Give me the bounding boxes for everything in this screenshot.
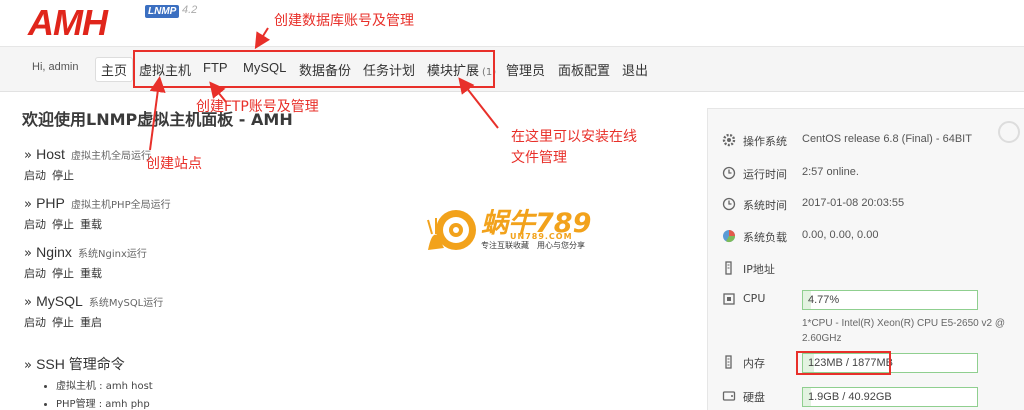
bullet: » bbox=[24, 246, 37, 261]
list-item: 虚拟主机 : amh host bbox=[56, 377, 153, 392]
service-desc: 系统MySQL运行 bbox=[88, 298, 164, 309]
annotation-memory-box bbox=[796, 351, 891, 375]
service-name: PHP bbox=[36, 195, 65, 211]
nav-admins[interactable]: 管理员 bbox=[506, 60, 545, 79]
os-value: CentOS release 6.8 (Final) - 64BIT bbox=[802, 133, 972, 145]
service-host: » Host 虚拟主机全局运行 启动 停止 bbox=[24, 146, 151, 183]
amh-logo: AMH bbox=[28, 2, 108, 43]
host-stop-link[interactable]: 停止 bbox=[52, 169, 74, 182]
bullet: » bbox=[24, 148, 37, 163]
host-start-link[interactable]: 启动 bbox=[24, 169, 46, 182]
swirl-icon bbox=[998, 121, 1020, 143]
list-item: PHP管理 : amh php bbox=[56, 395, 153, 410]
annotation-module-line1: 在这里可以安装在线 bbox=[511, 129, 637, 145]
nginx-reload-link[interactable]: 重载 bbox=[80, 267, 102, 280]
disk-usage-bar: 1.9GB / 40.92GB bbox=[802, 387, 978, 407]
php-stop-link[interactable]: 停止 bbox=[52, 218, 74, 231]
snail-logo-icon bbox=[427, 210, 476, 250]
disk-label: 硬盘 bbox=[743, 391, 765, 404]
server-icon bbox=[725, 261, 732, 275]
bullet: » bbox=[24, 358, 37, 373]
php-reload-link[interactable]: 重载 bbox=[80, 218, 102, 231]
nav-logout[interactable]: 退出 bbox=[622, 60, 648, 79]
service-name: Host bbox=[36, 146, 65, 162]
cpu-usage-bar: 4.77% bbox=[802, 290, 978, 310]
bullet: » bbox=[24, 295, 37, 310]
memory-icon bbox=[725, 355, 732, 369]
nginx-start-link[interactable]: 启动 bbox=[24, 267, 46, 280]
php-start-link[interactable]: 启动 bbox=[24, 218, 46, 231]
mysql-restart-link[interactable]: 重启 bbox=[80, 316, 102, 329]
disk-value: 1.9GB / 40.92GB bbox=[808, 391, 892, 403]
memory-label: 内存 bbox=[743, 357, 765, 370]
ssh-section: » SSH 管理命令 bbox=[24, 354, 125, 374]
systime-label: 系统时间 bbox=[743, 199, 787, 212]
load-label: 系统负载 bbox=[743, 231, 787, 244]
os-label: 操作系统 bbox=[743, 135, 787, 148]
clock-icon bbox=[722, 166, 736, 180]
annotation-ftp: 创建FTP账号及管理 bbox=[196, 99, 319, 115]
watermark-slogan: 专注互联收藏 用心与您分享 bbox=[481, 241, 585, 250]
user-greeting: Hi, admin bbox=[32, 61, 79, 73]
service-desc: 虚拟主机PHP全局运行 bbox=[71, 200, 171, 211]
service-name: Nginx bbox=[36, 244, 72, 260]
mysql-stop-link[interactable]: 停止 bbox=[52, 316, 74, 329]
top-header: AMH LNMP 4.2 bbox=[0, 0, 1024, 46]
ssh-title: SSH 管理命令 bbox=[36, 356, 125, 372]
service-php: » PHP 虚拟主机PHP全局运行 启动 停止 重载 bbox=[24, 195, 171, 232]
service-nginx: » Nginx 系统Nginx运行 启动 停止 重载 bbox=[24, 244, 147, 281]
service-desc: 虚拟主机全局运行 bbox=[71, 151, 152, 162]
disk-icon bbox=[722, 391, 736, 401]
service-mysql: » MySQL 系统MySQL运行 启动 停止 重启 bbox=[24, 293, 163, 330]
nav-home[interactable]: 主页 bbox=[95, 57, 134, 82]
nginx-stop-link[interactable]: 停止 bbox=[52, 267, 74, 280]
service-name: MySQL bbox=[36, 293, 83, 309]
lnmp-badge: LNMP bbox=[145, 5, 180, 18]
ssh-command-list: 虚拟主机 : amh host PHP管理 : amh php bbox=[56, 377, 153, 410]
bullet: » bbox=[24, 197, 37, 212]
cpu-label: CPU bbox=[743, 292, 766, 305]
annotation-site: 创建站点 bbox=[146, 156, 202, 172]
version-label: 4.2 bbox=[182, 4, 198, 16]
pie-chart-icon bbox=[723, 230, 735, 243]
cpu-icon bbox=[723, 293, 735, 305]
mysql-start-link[interactable]: 启动 bbox=[24, 316, 46, 329]
uptime-value: 2:57 online. bbox=[802, 166, 859, 178]
service-desc: 系统Nginx运行 bbox=[78, 249, 147, 260]
gear-icon bbox=[722, 133, 736, 147]
annotation-nav-box bbox=[133, 50, 495, 88]
uptime-label: 运行时间 bbox=[743, 168, 787, 181]
systime-value: 2017-01-08 20:03:55 bbox=[802, 197, 905, 209]
annotation-db: 创建数据库账号及管理 bbox=[274, 13, 414, 29]
ip-label: IP地址 bbox=[743, 263, 775, 276]
load-value: 0.00, 0.00, 0.00 bbox=[802, 229, 879, 241]
cpu-value: 4.77% bbox=[808, 294, 840, 306]
nav-panel-config[interactable]: 面板配置 bbox=[558, 60, 610, 79]
annotation-module-line2: 文件管理 bbox=[511, 150, 567, 166]
clock-icon bbox=[722, 197, 736, 211]
cpu-detail: 1*CPU - Intel(R) Xeon(R) CPU E5-2650 v2 … bbox=[802, 318, 1005, 344]
